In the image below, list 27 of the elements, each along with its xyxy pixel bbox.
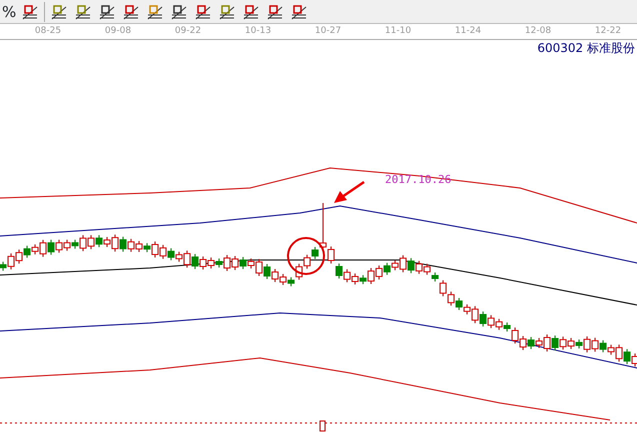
marker xyxy=(320,420,326,432)
date-label: 08-25 xyxy=(34,25,62,38)
date-label: 11-24 xyxy=(454,25,482,38)
date-label: 12-08 xyxy=(524,25,552,38)
date-label: 10-27 xyxy=(314,25,342,38)
stock-title: 600302 标准股份 xyxy=(537,41,635,55)
chart-tool-icon[interactable] xyxy=(98,2,116,20)
chart-tool-icon[interactable] xyxy=(218,2,236,20)
chart-tool-icon[interactable] xyxy=(74,2,92,20)
chart-tool-icon[interactable] xyxy=(170,2,188,20)
chart-tool-icon[interactable] xyxy=(194,2,212,20)
date-annotation: 2017.10.26 xyxy=(385,172,452,188)
date-label: 12-22 xyxy=(594,25,622,38)
percent-button[interactable]: % xyxy=(0,0,18,22)
highlight-circle xyxy=(286,236,326,276)
date-label: 09-22 xyxy=(174,25,202,38)
date-label: 10-13 xyxy=(244,25,272,38)
pointer-arrow xyxy=(332,180,366,206)
chart-tool-icon[interactable] xyxy=(242,2,260,20)
chart-tool-icon[interactable] xyxy=(290,2,308,20)
date-label: 11-10 xyxy=(384,25,412,38)
chart-tool-icon[interactable] xyxy=(146,2,164,20)
chart-tool-icon[interactable] xyxy=(266,2,284,20)
date-label: 09-08 xyxy=(104,25,132,38)
chart-tool-icon[interactable] xyxy=(21,2,40,20)
chart-tool-icon[interactable] xyxy=(50,2,68,20)
chart-tool-icon[interactable] xyxy=(122,2,140,20)
